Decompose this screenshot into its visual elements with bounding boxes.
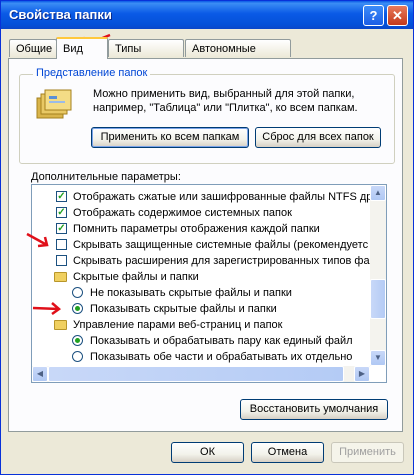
annotation-arrow-icon: [26, 232, 49, 248]
folder-view-description: Можно применить вид, выбранный для этой …: [93, 88, 358, 114]
apply-button[interactable]: Применить: [331, 442, 404, 463]
tab-general[interactable]: Общие: [9, 39, 57, 57]
folder-views-icon: [36, 89, 72, 119]
advanced-settings-label: Дополнительные параметры:: [31, 171, 181, 183]
close-button[interactable]: ✕: [387, 5, 408, 26]
radio-icon[interactable]: [72, 303, 83, 314]
radio-icon[interactable]: [72, 335, 83, 346]
folder-icon: [54, 272, 67, 282]
vertical-scroll-thumb[interactable]: [370, 279, 386, 319]
horizontal-scroll-thumb[interactable]: [48, 366, 344, 382]
title-bar[interactable]: Свойства папки ? ✕: [1, 1, 413, 29]
folder-view-group-title: Представление папок: [33, 67, 151, 79]
radio-icon[interactable]: [72, 287, 83, 298]
vertical-scrollbar[interactable]: ▲ ▼: [370, 185, 386, 366]
tab-view[interactable]: Вид: [56, 37, 108, 59]
folder-icon: [54, 320, 67, 330]
checkbox-icon[interactable]: [56, 255, 67, 266]
ok-button[interactable]: ОК: [171, 442, 244, 463]
restore-defaults-button[interactable]: Восстановить умолчания: [240, 399, 388, 420]
scroll-right-icon[interactable]: ▶: [354, 366, 370, 382]
folder-options-window: Свойства папки ? ✕ Общие Вид Типы файлов…: [0, 0, 414, 475]
scroll-up-icon[interactable]: ▲: [370, 185, 386, 201]
advanced-settings-list[interactable]: ✓ Отображать сжатые или зашифрованные фа…: [31, 184, 387, 383]
horizontal-scrollbar[interactable]: ◀ ▶: [32, 366, 370, 382]
radio-icon[interactable]: [72, 351, 83, 362]
tab-file-types[interactable]: Типы файлов: [108, 39, 184, 73]
cancel-button[interactable]: Отмена: [251, 442, 324, 463]
checkbox-icon[interactable]: ✓: [56, 191, 67, 202]
checkbox-icon[interactable]: [56, 239, 67, 250]
help-button[interactable]: ?: [363, 5, 384, 26]
reset-all-folders-button[interactable]: Сброс для всех папок: [255, 127, 381, 148]
scroll-left-icon[interactable]: ◀: [32, 366, 48, 382]
window-title: Свойства папки: [9, 7, 112, 22]
tab-offline-files[interactable]: Автономные файлы: [185, 39, 291, 73]
scroll-down-icon[interactable]: ▼: [370, 350, 386, 366]
apply-to-all-folders-button[interactable]: Применить ко всем папкам: [91, 127, 249, 148]
checkbox-icon[interactable]: ✓: [56, 223, 67, 234]
annotation-arrow-icon: [32, 302, 62, 315]
checkbox-icon[interactable]: ✓: [56, 207, 67, 218]
